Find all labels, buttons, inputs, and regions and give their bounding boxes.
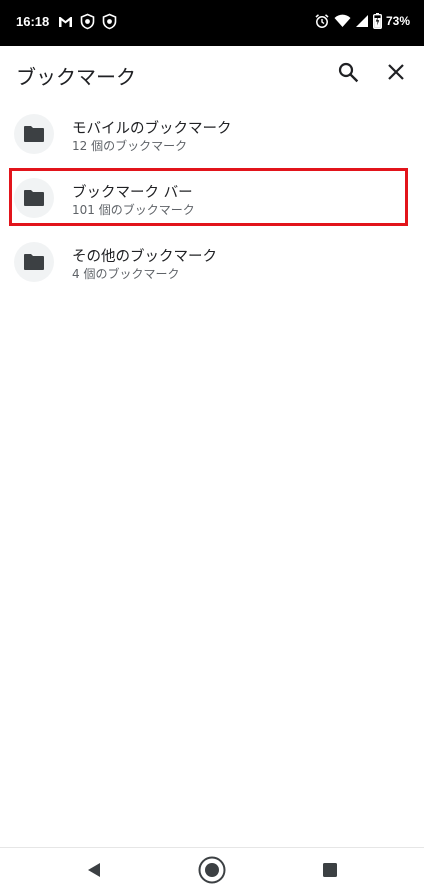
- folder-item-other-bookmarks[interactable]: その他のブックマーク 4 個のブックマーク: [0, 230, 424, 294]
- search-icon: [337, 61, 359, 87]
- folder-icon: [14, 242, 54, 282]
- system-status-icons: 73%: [314, 13, 410, 29]
- app-bar: ブックマーク: [0, 46, 424, 102]
- bookmark-folder-list: モバイルのブックマーク 12 個のブックマーク ブックマーク バー 101 個の…: [0, 102, 424, 294]
- close-button[interactable]: [376, 54, 416, 94]
- alarm-icon: [314, 13, 330, 29]
- home-button[interactable]: [196, 856, 228, 888]
- battery-percent: 73%: [385, 14, 410, 28]
- status-bar: 16:18 73%: [0, 0, 424, 46]
- folder-icon: [14, 114, 54, 154]
- cell-signal-icon: [355, 14, 369, 28]
- bookmarks-screen: 16:18 73% ブックマーク モバイルのブックマーク 12 個のブックマーク…: [0, 0, 424, 895]
- wifi-icon: [334, 13, 351, 29]
- recents-button[interactable]: [314, 856, 346, 888]
- shield-app-icon-2: [101, 13, 118, 30]
- folder-count: 101 個のブックマーク: [72, 203, 195, 217]
- folder-icon: [14, 178, 54, 218]
- battery-charging-icon: [372, 13, 382, 29]
- recents-square-icon: [322, 862, 338, 882]
- gmail-icon: [57, 13, 74, 30]
- back-button[interactable]: [78, 856, 110, 888]
- shield-app-icon: [79, 13, 96, 30]
- folder-item-bookmarks-bar[interactable]: ブックマーク バー 101 個のブックマーク: [0, 166, 424, 230]
- notification-icons: [57, 13, 118, 30]
- home-circle-icon: [197, 855, 227, 889]
- folder-count: 4 個のブックマーク: [72, 267, 180, 281]
- folder-title: モバイルのブックマーク: [72, 121, 232, 137]
- folder-count: 12 個のブックマーク: [72, 139, 188, 153]
- status-time: 16:18: [16, 14, 50, 29]
- search-button[interactable]: [328, 54, 368, 94]
- close-icon: [386, 62, 406, 86]
- page-title: ブックマーク: [16, 65, 136, 89]
- folder-title: その他のブックマーク: [72, 249, 217, 265]
- folder-title: ブックマーク バー: [72, 185, 193, 201]
- back-triangle-icon: [85, 861, 103, 883]
- system-nav-bar: [0, 848, 424, 895]
- folder-item-mobile-bookmarks[interactable]: モバイルのブックマーク 12 個のブックマーク: [0, 102, 424, 166]
